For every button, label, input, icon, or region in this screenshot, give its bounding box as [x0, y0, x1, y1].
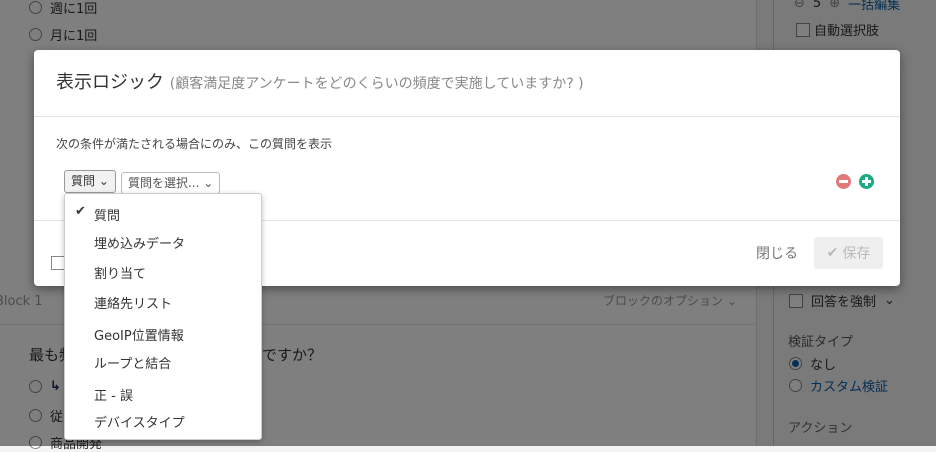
- dropdown-item-device-type[interactable]: デバイスタイプ: [94, 412, 185, 431]
- condition-type-dropdown: ✔ 質問 埋め込みデータ 割り当て 連絡先リスト GeoIP位置情報 ループと結…: [64, 193, 262, 440]
- divider: [34, 116, 900, 117]
- modal-subtitle: (顧客満足度アンケートをどのくらいの頻度で実施していますか? ): [169, 76, 584, 92]
- check-icon: ✔: [826, 245, 839, 261]
- add-condition-icon[interactable]: [859, 174, 874, 189]
- dropdown-item-embedded-data[interactable]: 埋め込みデータ: [94, 233, 185, 252]
- chevron-down-icon: ⌄: [98, 174, 109, 188]
- question-select[interactable]: 質問を選択... ⌄: [121, 172, 221, 194]
- dropdown-item-question[interactable]: 質問: [94, 205, 120, 224]
- dropdown-item-loop-merge[interactable]: ループと結合: [94, 353, 171, 372]
- remove-condition-icon[interactable]: [836, 174, 851, 189]
- condition-type-select[interactable]: 質問 ⌄: [64, 170, 116, 193]
- close-button[interactable]: 閉じる: [756, 243, 798, 263]
- dropdown-item-contact-list[interactable]: 連絡先リスト: [94, 293, 172, 312]
- condition-text: 次の条件が満たされる場合にのみ、この質問を表示: [56, 137, 333, 151]
- dropdown-item-quota[interactable]: 割り当て: [94, 263, 146, 282]
- chevron-down-icon: ⌄: [203, 176, 214, 190]
- save-button[interactable]: ✔ 保存: [814, 237, 883, 269]
- modal-title: 表示ロジック (顧客満足度アンケートをどのくらいの頻度で実施していますか? ): [56, 72, 584, 93]
- dropdown-item-geoip[interactable]: GeoIP位置情報: [94, 325, 184, 344]
- checkbox[interactable]: [51, 256, 65, 270]
- dropdown-item-true-false[interactable]: 正 - 誤: [94, 385, 133, 404]
- check-icon: ✔: [75, 204, 86, 219]
